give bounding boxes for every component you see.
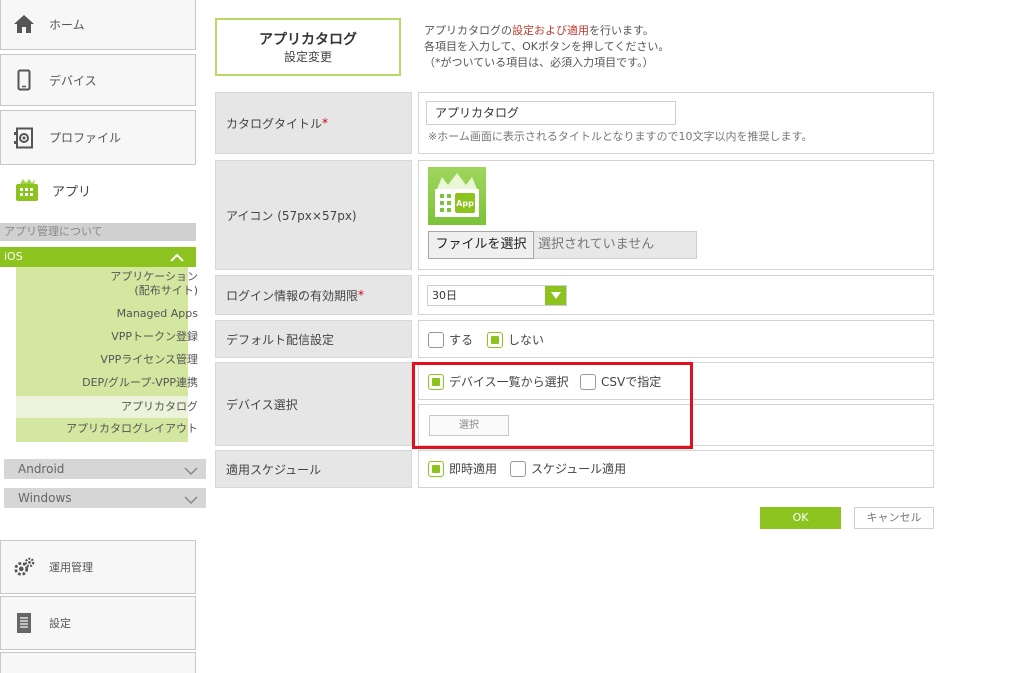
nav-operations-label: 運用管理 [49, 561, 93, 574]
submenu-dep-vpp[interactable]: DEP/グループ-VPP連携 [82, 376, 198, 390]
icon-label: アイコン (57px×57px) [215, 160, 412, 270]
submenu-application-line2: (配布サイト) [134, 284, 198, 297]
nav-device[interactable]: デバイス [0, 54, 196, 106]
profile-icon [13, 127, 35, 149]
login-expiry-label: ログイン情報の有効期限 * [215, 275, 412, 315]
nav-settings[interactable]: 設定 [0, 596, 196, 650]
gear-icon [13, 556, 35, 578]
nav-profile-label: プロファイル [49, 131, 122, 145]
submenu-vpp-token[interactable]: VPPトークン登録 [111, 330, 198, 344]
page-title-box: アプリカタログ 設定変更 [215, 18, 401, 76]
nav-app[interactable]: アプリ [0, 168, 196, 212]
highlight-box [412, 362, 693, 449]
submenu-vpp-license[interactable]: VPPライセンス管理 [100, 353, 198, 367]
desc-post: を行います。 [589, 24, 654, 37]
page-title: アプリカタログ [259, 32, 357, 48]
login-expiry-label-text: ログイン情報の有効期限 [226, 288, 359, 303]
app-store-icon [14, 178, 38, 202]
default-no-option[interactable]: しない [487, 331, 544, 348]
nav-device-label: デバイス [49, 73, 97, 88]
required-mark: * [322, 116, 329, 130]
schedule-label: 適用スケジュール [215, 450, 412, 488]
desc-pre: アプリカタログの [424, 24, 512, 37]
ok-button[interactable]: OK [760, 507, 841, 529]
sidebar: ホーム デバイス プロファイル アプリ アプリ管理について iOS アプリケーシ… [0, 0, 206, 673]
page-description: アプリカタログの設定および適用を行います。 各項目を入力して、OKボタンを押して… [424, 23, 669, 71]
desc-line2: 各項目を入力して、OKボタンを押してください。 [424, 40, 670, 53]
section-ios[interactable]: iOS [0, 247, 196, 267]
chevron-down-icon [184, 491, 198, 511]
home-icon [13, 13, 35, 35]
catalog-title-note: ※ホーム画面に表示されるタイトルとなりますので10文字以内を推奨します。 [428, 130, 813, 143]
cancel-button[interactable]: キャンセル [854, 507, 934, 529]
submenu-application-line1: アプリケーション [110, 270, 198, 283]
nav-app-label: アプリ [52, 184, 92, 200]
catalog-title-input[interactable]: アプリカタログ [426, 101, 676, 125]
desc-highlight: 設定および適用 [512, 24, 589, 37]
app-icon-text: App [456, 199, 474, 208]
schedule-now-option[interactable]: 即時適用 [428, 460, 497, 477]
submenu-application[interactable]: アプリケーション (配布サイト) [110, 270, 198, 298]
checkbox[interactable] [510, 460, 526, 477]
section-ios-label: iOS [4, 250, 23, 263]
required-mark: * [358, 288, 365, 302]
chevron-down-icon[interactable] [545, 286, 566, 305]
app-catalog-icon: App [428, 167, 486, 225]
catalog-title-label-text: カタログタイトル [226, 116, 323, 131]
file-status: 選択されていません [534, 231, 697, 259]
section-about-app-management[interactable]: アプリ管理について [0, 223, 196, 241]
catalog-title-label: カタログタイトル * [215, 92, 412, 154]
default-yes-label: する [449, 333, 474, 347]
submenu-app-catalog-layout[interactable]: アプリカタログレイアウト [66, 422, 198, 436]
section-windows[interactable]: Windows [4, 488, 206, 508]
desc-line3: （*がついている項目は、必須入力項目です。） [424, 56, 654, 69]
smartphone-icon [13, 69, 35, 91]
nav-operations[interactable]: 運用管理 [0, 540, 196, 594]
schedule-later-option[interactable]: スケジュール適用 [510, 460, 626, 477]
device-select-label: デバイス選択 [215, 362, 412, 446]
nav-more[interactable] [0, 652, 196, 673]
section-android-label: Android [18, 462, 65, 476]
checkbox-checked[interactable] [428, 460, 444, 477]
nav-home[interactable]: ホーム [0, 0, 196, 50]
section-android[interactable]: Android [4, 459, 206, 479]
schedule-later-label: スケジュール適用 [531, 462, 627, 476]
default-distribution-label: デフォルト配信設定 [215, 320, 412, 358]
default-no-label: しない [508, 333, 545, 347]
nav-settings-label: 設定 [49, 617, 71, 630]
default-yes-option[interactable]: する [428, 331, 473, 348]
nav-home-label: ホーム [49, 17, 85, 32]
section-windows-label: Windows [18, 491, 72, 505]
chevron-down-icon [184, 462, 198, 482]
checkbox-checked[interactable] [487, 331, 503, 348]
nav-profile[interactable]: プロファイル [0, 110, 196, 165]
submenu-app-catalog[interactable]: アプリカタログ [121, 400, 198, 414]
submenu-managed-apps[interactable]: Managed Apps [117, 307, 198, 321]
document-list-icon [13, 612, 35, 634]
choose-file-button[interactable]: ファイルを選択 [428, 231, 534, 259]
checkbox[interactable] [428, 331, 444, 348]
page-subtitle: 設定変更 [283, 50, 332, 64]
schedule-now-label: 即時適用 [449, 462, 498, 476]
